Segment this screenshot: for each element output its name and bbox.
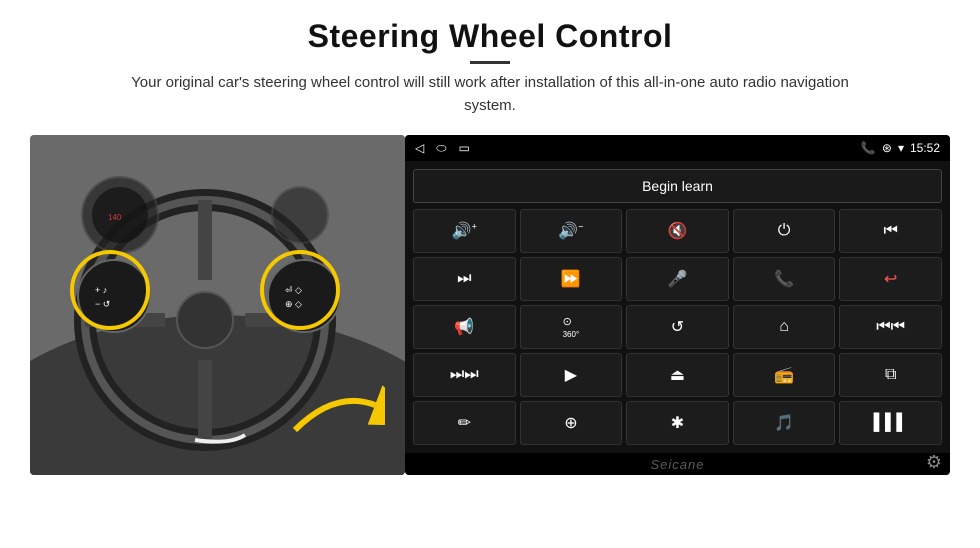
home-button[interactable]: ⌂ xyxy=(733,305,836,349)
steering-wheel-photo: + ♪ − ↺ ⏎ ◇ ⊕ ◇ 140 xyxy=(30,135,405,475)
android-status-bar: ◁ ⬭ ▭ 📞 ⊛ ▾ 15:52 xyxy=(405,135,950,161)
rewind-icon: ⏮⏮ xyxy=(876,318,905,336)
next-track-button[interactable]: ⏭ xyxy=(413,257,516,301)
page-title: Steering Wheel Control xyxy=(30,18,950,55)
edit-icon: ✏ xyxy=(458,413,471,433)
vol-up-icon: 🔊+ xyxy=(452,221,477,241)
eject-icon: ⏏ xyxy=(670,365,685,385)
call-icon: 📞 xyxy=(774,269,794,289)
camera360-icon: ⊙360° xyxy=(563,315,580,340)
rewind-button[interactable]: ⏮⏮ xyxy=(839,305,942,349)
end-call-button[interactable]: ↩ xyxy=(839,257,942,301)
recents-icon: ▭ xyxy=(458,141,469,155)
vol-down-button[interactable]: 🔊− xyxy=(520,209,623,253)
android-content: Begin learn 🔊+ 🔊− 🔇 ⏻ xyxy=(405,161,950,453)
page-subtitle: Your original car's steering wheel contr… xyxy=(110,72,870,117)
settings2-icon: ⊕ xyxy=(564,413,577,433)
mute-icon: 🔇 xyxy=(668,221,688,241)
music-button[interactable]: 🎵 xyxy=(733,401,836,445)
bluetooth-button[interactable]: ✱ xyxy=(626,401,729,445)
edit-button[interactable]: ✏ xyxy=(413,401,516,445)
photo-side: + ♪ − ↺ ⏎ ◇ ⊕ ◇ 140 xyxy=(30,135,405,475)
wifi-icon: ▾ xyxy=(898,141,904,155)
eq-icon: ⧉ xyxy=(885,366,896,384)
mic-icon: 🎤 xyxy=(668,269,688,289)
radio-button[interactable]: 📻 xyxy=(733,353,836,397)
music-icon: 🎵 xyxy=(774,413,794,433)
power-button[interactable]: ⏻ xyxy=(733,209,836,253)
nav-icon: ▶ xyxy=(565,365,577,385)
highlight-circle-left xyxy=(70,250,150,330)
vol-up-button[interactable]: 🔊+ xyxy=(413,209,516,253)
skip-icon: ⏭⏭ xyxy=(450,366,479,384)
eject-button[interactable]: ⏏ xyxy=(626,353,729,397)
phone-icon: 📞 xyxy=(861,141,876,155)
android-panel: ◁ ⬭ ▭ 📞 ⊛ ▾ 15:52 Begin learn xyxy=(405,135,950,475)
title-section: Steering Wheel Control Your original car… xyxy=(30,18,950,117)
prev-track-icon: ⏮ xyxy=(883,222,897,240)
camera360-button[interactable]: ⊙360° xyxy=(520,305,623,349)
icon-grid: 🔊+ 🔊− 🔇 ⏻ ⏮ ⏭ xyxy=(413,209,942,445)
back-icon2: ↺ xyxy=(671,317,684,337)
end-call-icon: ↩ xyxy=(884,269,897,289)
content-row: + ♪ − ↺ ⏎ ◇ ⊕ ◇ 140 xyxy=(30,135,950,475)
page-root: Steering Wheel Control Your original car… xyxy=(0,0,980,548)
highlight-circle-right xyxy=(260,250,340,330)
vol-down-icon: 🔊− xyxy=(558,221,583,241)
home-icon: ⬭ xyxy=(436,141,446,156)
location-icon: ⊛ xyxy=(882,141,892,155)
settings2-button[interactable]: ⊕ xyxy=(520,401,623,445)
equalizer-icon: ▌▌▌ xyxy=(874,414,908,432)
home-icon2: ⌂ xyxy=(779,318,789,336)
status-right: 📞 ⊛ ▾ 15:52 xyxy=(861,141,940,155)
back-button[interactable]: ↺ xyxy=(626,305,729,349)
mute-button[interactable]: 🔇 xyxy=(626,209,729,253)
bluetooth-icon: ✱ xyxy=(671,413,684,433)
fast-forward-icon: ⏩ xyxy=(561,269,581,289)
svg-text:140: 140 xyxy=(108,213,122,222)
next-track-icon: ⏭ xyxy=(457,270,471,288)
fast-forward-button[interactable]: ⏩ xyxy=(520,257,623,301)
equalizer-button[interactable]: ▌▌▌ xyxy=(839,401,942,445)
brand-watermark: Seicane xyxy=(651,457,705,472)
begin-learn-button[interactable]: Begin learn xyxy=(413,169,942,203)
skip-button[interactable]: ⏭⏭ xyxy=(413,353,516,397)
gear-icon[interactable]: ⚙ xyxy=(926,452,942,473)
status-left: ◁ ⬭ ▭ xyxy=(415,141,470,156)
speaker-icon: 📢 xyxy=(454,317,474,337)
back-icon: ◁ xyxy=(415,141,424,155)
radio-icon: 📻 xyxy=(774,365,794,385)
call-button[interactable]: 📞 xyxy=(733,257,836,301)
speaker-button[interactable]: 📢 xyxy=(413,305,516,349)
nav-button[interactable]: ▶ xyxy=(520,353,623,397)
title-divider xyxy=(470,61,510,64)
eq-button[interactable]: ⧉ xyxy=(839,353,942,397)
power-icon: ⏻ xyxy=(778,222,791,240)
yellow-arrow xyxy=(285,370,385,445)
mic-button[interactable]: 🎤 xyxy=(626,257,729,301)
status-time: 15:52 xyxy=(910,141,940,155)
android-footer: Seicane ⚙ xyxy=(405,453,950,475)
prev-track-button[interactable]: ⏮ xyxy=(839,209,942,253)
